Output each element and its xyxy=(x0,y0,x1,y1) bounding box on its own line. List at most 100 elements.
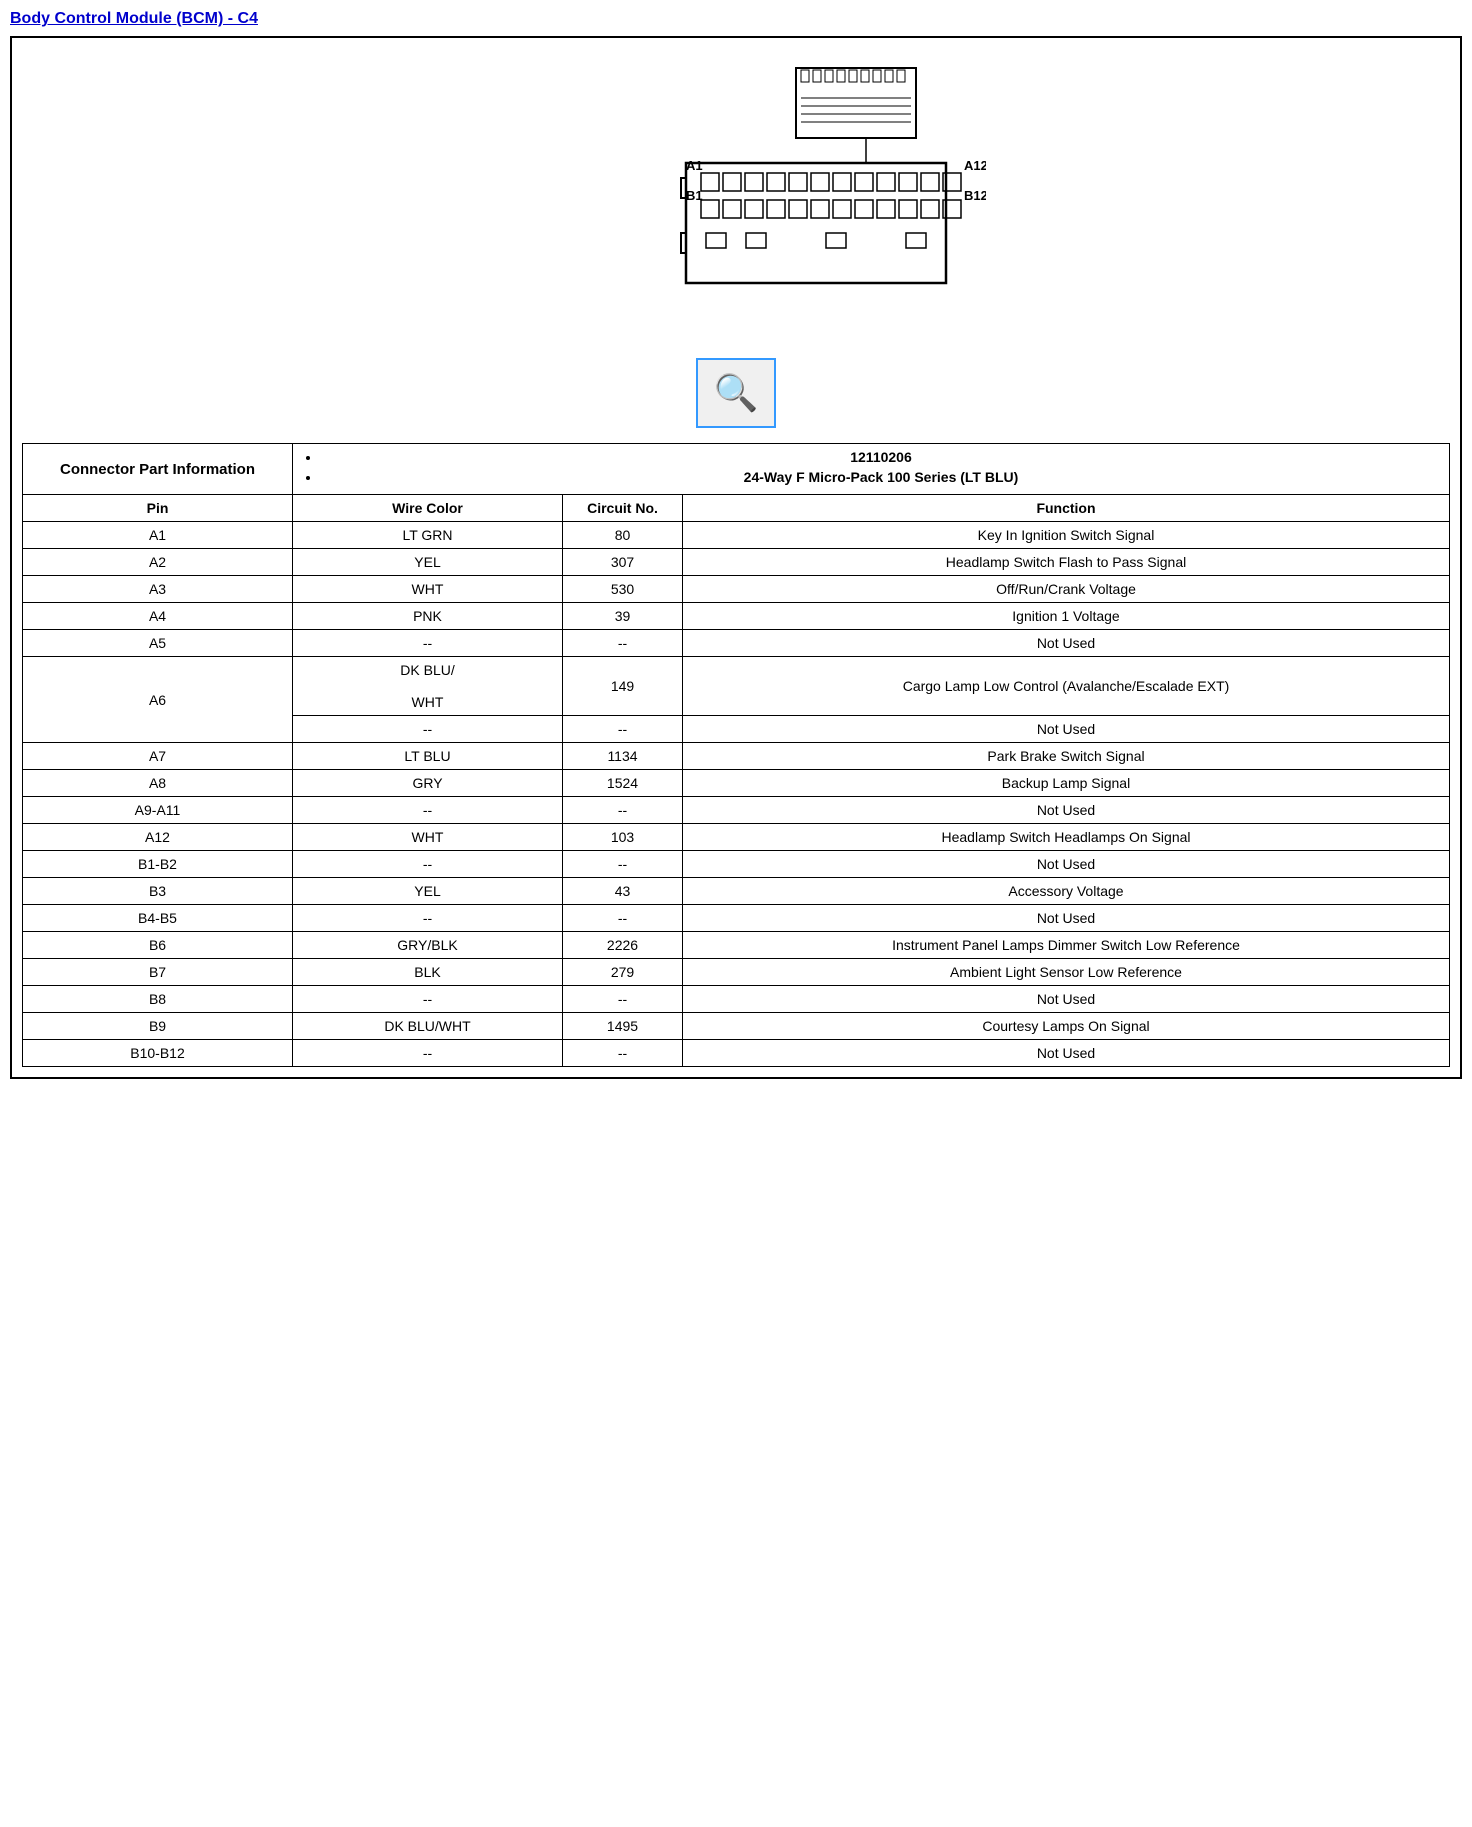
cell-function: Not Used xyxy=(683,630,1450,657)
cell-wire-color: LT GRN xyxy=(293,522,563,549)
cell-pin: B8 xyxy=(23,986,293,1013)
table-row: B3 YEL 43 Accessory Voltage xyxy=(23,878,1450,905)
cell-pin: B1-B2 xyxy=(23,851,293,878)
cell-wire-color: -- xyxy=(293,630,563,657)
cell-wire-color: BLK xyxy=(293,959,563,986)
connector-diagram: A1 A12 B1 B12 xyxy=(22,48,1450,338)
table-row: B4-B5 -- -- Not Used xyxy=(23,905,1450,932)
svg-text:A12: A12 xyxy=(964,158,986,173)
cell-pin: B9 xyxy=(23,1013,293,1040)
cell-circuit-no: 149 xyxy=(563,657,683,716)
cell-pin: B3 xyxy=(23,878,293,905)
cell-function: Cargo Lamp Low Control (Avalanche/Escala… xyxy=(683,657,1450,716)
table-header-row: Pin Wire Color Circuit No. Function xyxy=(23,495,1450,522)
table-row: A8 GRY 1524 Backup Lamp Signal xyxy=(23,770,1450,797)
magnify-box: 🔍 xyxy=(696,358,776,428)
table-row: B1-B2 -- -- Not Used xyxy=(23,851,1450,878)
main-table: Connector Part Information 12110206 24-W… xyxy=(22,443,1450,1067)
cell-wire-color: WHT xyxy=(293,576,563,603)
header-pin: Pin xyxy=(23,495,293,522)
header-circuit-no: Circuit No. xyxy=(563,495,683,522)
cell-circuit-no: 43 xyxy=(563,878,683,905)
cell-circuit-no: -- xyxy=(563,1040,683,1067)
cell-wire-color: YEL xyxy=(293,878,563,905)
cell-circuit-no: -- xyxy=(563,851,683,878)
cell-function: Ignition 1 Voltage xyxy=(683,603,1450,630)
cell-pin: B7 xyxy=(23,959,293,986)
cell-pin: A5 xyxy=(23,630,293,657)
cell-wire-color: LT BLU xyxy=(293,743,563,770)
cell-wire-color: -- xyxy=(293,986,563,1013)
page-title: Body Control Module (BCM) - C4 xyxy=(10,10,1462,28)
cell-function: Key In Ignition Switch Signal xyxy=(683,522,1450,549)
cell-circuit-no: 1524 xyxy=(563,770,683,797)
cell-wire-color: DK BLU/WHT xyxy=(293,657,563,716)
cell-pin: A9-A11 xyxy=(23,797,293,824)
table-row: B6 GRY/BLK 2226 Instrument Panel Lamps D… xyxy=(23,932,1450,959)
cell-wire-color: PNK xyxy=(293,603,563,630)
table-row: B8 -- -- Not Used xyxy=(23,986,1450,1013)
cell-circuit-no: 80 xyxy=(563,522,683,549)
magnify-icon: 🔍 xyxy=(714,372,759,414)
cell-pin: A12 xyxy=(23,824,293,851)
cell-function: Not Used xyxy=(683,851,1450,878)
cell-function: Not Used xyxy=(683,1040,1450,1067)
cell-wire-color: -- xyxy=(293,797,563,824)
cell-circuit-no: 530 xyxy=(563,576,683,603)
cell-wire-color: GRY xyxy=(293,770,563,797)
connector-part-number: 12110206 xyxy=(321,449,1441,465)
table-row: A5 -- -- Not Used xyxy=(23,630,1450,657)
cell-function: Ambient Light Sensor Low Reference xyxy=(683,959,1450,986)
connector-part-description: 24-Way F Micro-Pack 100 Series (LT BLU) xyxy=(321,469,1441,485)
cell-pin: A1 xyxy=(23,522,293,549)
cell-function: Not Used xyxy=(683,716,1450,743)
cell-circuit-no: 1134 xyxy=(563,743,683,770)
table-row-a6: A6 DK BLU/WHT 149 Cargo Lamp Low Control… xyxy=(23,657,1450,716)
cell-wire-color: -- xyxy=(293,851,563,878)
cell-pin: A8 xyxy=(23,770,293,797)
header-wire-color: Wire Color xyxy=(293,495,563,522)
cell-function: Not Used xyxy=(683,986,1450,1013)
cell-wire-color: GRY/BLK xyxy=(293,932,563,959)
cell-circuit-no: 39 xyxy=(563,603,683,630)
table-row: B10-B12 -- -- Not Used xyxy=(23,1040,1450,1067)
table-row: A7 LT BLU 1134 Park Brake Switch Signal xyxy=(23,743,1450,770)
cell-pin: A2 xyxy=(23,549,293,576)
cell-function: Backup Lamp Signal xyxy=(683,770,1450,797)
magnify-container: 🔍 xyxy=(22,358,1450,428)
connector-info-row: Connector Part Information 12110206 24-W… xyxy=(23,444,1450,495)
cell-function: Courtesy Lamps On Signal xyxy=(683,1013,1450,1040)
table-row: A3 WHT 530 Off/Run/Crank Voltage xyxy=(23,576,1450,603)
connector-info-data: 12110206 24-Way F Micro-Pack 100 Series … xyxy=(293,444,1450,495)
cell-circuit-no: -- xyxy=(563,797,683,824)
table-row: B9 DK BLU/WHT 1495 Courtesy Lamps On Sig… xyxy=(23,1013,1450,1040)
cell-pin: B4-B5 xyxy=(23,905,293,932)
cell-pin: A4 xyxy=(23,603,293,630)
cell-function: Off/Run/Crank Voltage xyxy=(683,576,1450,603)
header-function: Function xyxy=(683,495,1450,522)
cell-function: Park Brake Switch Signal xyxy=(683,743,1450,770)
cell-wire-color: -- xyxy=(293,716,563,743)
cell-function: Not Used xyxy=(683,797,1450,824)
cell-wire-color: DK BLU/WHT xyxy=(293,1013,563,1040)
table-row: A2 YEL 307 Headlamp Switch Flash to Pass… xyxy=(23,549,1450,576)
table-row: A1 LT GRN 80 Key In Ignition Switch Sign… xyxy=(23,522,1450,549)
connector-info-list: 12110206 24-Way F Micro-Pack 100 Series … xyxy=(301,449,1441,485)
cell-circuit-no: -- xyxy=(563,986,683,1013)
cell-circuit-no: -- xyxy=(563,716,683,743)
cell-function: Not Used xyxy=(683,905,1450,932)
cell-pin: B6 xyxy=(23,932,293,959)
table-row: B7 BLK 279 Ambient Light Sensor Low Refe… xyxy=(23,959,1450,986)
cell-function: Headlamp Switch Headlamps On Signal xyxy=(683,824,1450,851)
cell-pin: A3 xyxy=(23,576,293,603)
table-row: A4 PNK 39 Ignition 1 Voltage xyxy=(23,603,1450,630)
cell-wire-color: -- xyxy=(293,1040,563,1067)
cell-function: Instrument Panel Lamps Dimmer Switch Low… xyxy=(683,932,1450,959)
table-row: A9-A11 -- -- Not Used xyxy=(23,797,1450,824)
cell-circuit-no: 1495 xyxy=(563,1013,683,1040)
cell-pin: A7 xyxy=(23,743,293,770)
cell-circuit-no: -- xyxy=(563,905,683,932)
cell-circuit-no: 307 xyxy=(563,549,683,576)
cell-circuit-no: 279 xyxy=(563,959,683,986)
connector-svg: A1 A12 B1 B12 xyxy=(486,48,986,338)
